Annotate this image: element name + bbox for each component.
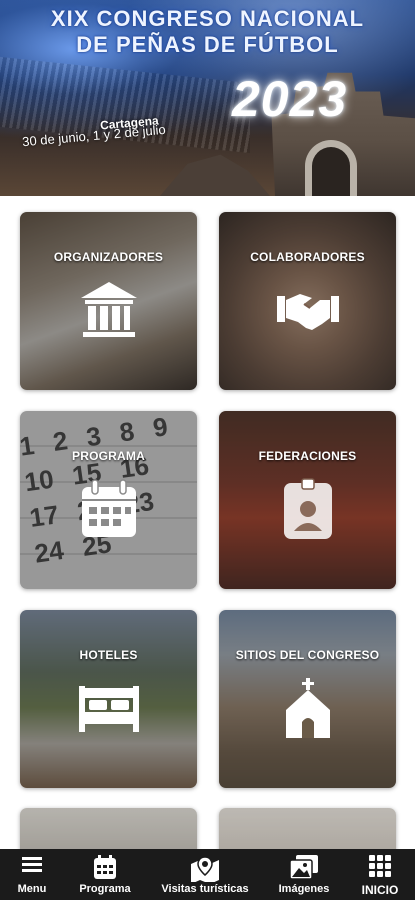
calendar-icon (94, 855, 116, 879)
calendar-icon (81, 479, 136, 537)
tile-federaciones[interactable]: FEDERACIONES (219, 411, 396, 589)
banner-year: 2023 (232, 71, 348, 127)
nav-programa-label: Programa (79, 883, 131, 895)
bottom-navigation: Menu Programa Visitas turísticas Imágene… (0, 849, 415, 900)
nav-menu-label: Menu (17, 883, 47, 895)
grid-icon (369, 855, 391, 877)
images-icon (289, 855, 318, 880)
nav-menu[interactable]: Menu (0, 849, 64, 900)
event-banner: XIX CONGRESO NACIONAL DE PEÑAS DE FÚTBOL… (0, 0, 415, 196)
nav-imagenes[interactable]: Imágenes (268, 849, 340, 900)
tile-label: HOTELES (79, 648, 138, 662)
banner-title-line2: DE PEÑAS DE FÚTBOL (76, 32, 339, 57)
banner-title-line1: XIX CONGRESO NACIONAL (50, 6, 365, 31)
ruins-rock (160, 154, 270, 196)
tile-colaboradores[interactable]: COLABORADORES (219, 212, 396, 390)
id-badge-icon (283, 478, 332, 539)
nav-visitas-label: Visitas turísticas (161, 883, 249, 895)
tile-label: FEDERACIONES (258, 449, 357, 463)
tile-label: SITIOS DEL CONGRESO (235, 648, 380, 662)
tile-sitios-del-congreso[interactable]: SITIOS DEL CONGRESO (219, 610, 396, 788)
tile-hoteles[interactable]: HOTELES (20, 610, 197, 788)
tile-label: ORGANIZADORES (53, 250, 164, 264)
handshake-icon (276, 294, 339, 330)
nav-inicio-label: INICIO (361, 883, 399, 897)
bank-building-icon (80, 282, 137, 337)
tile-label: PROGRAMA (72, 449, 145, 463)
map-pin-icon (191, 856, 219, 882)
nav-programa[interactable]: Programa (72, 849, 138, 900)
nav-inicio[interactable]: INICIO (348, 849, 412, 900)
ruins-arch (305, 140, 357, 196)
nav-imagenes-label: Imágenes (278, 883, 330, 895)
tile-label: COLABORADORES (250, 250, 365, 264)
hamburger-menu-icon (22, 857, 42, 872)
bed-icon (78, 686, 139, 732)
chapel-icon (285, 678, 330, 738)
tile-programa[interactable]: 1 2 3 8 9 10 15 16 17 22 23 24 25 PROGRA… (20, 411, 197, 589)
nav-visitas-turisticas[interactable]: Visitas turísticas (150, 849, 260, 900)
tile-organizadores[interactable]: ORGANIZADORES (20, 212, 197, 390)
